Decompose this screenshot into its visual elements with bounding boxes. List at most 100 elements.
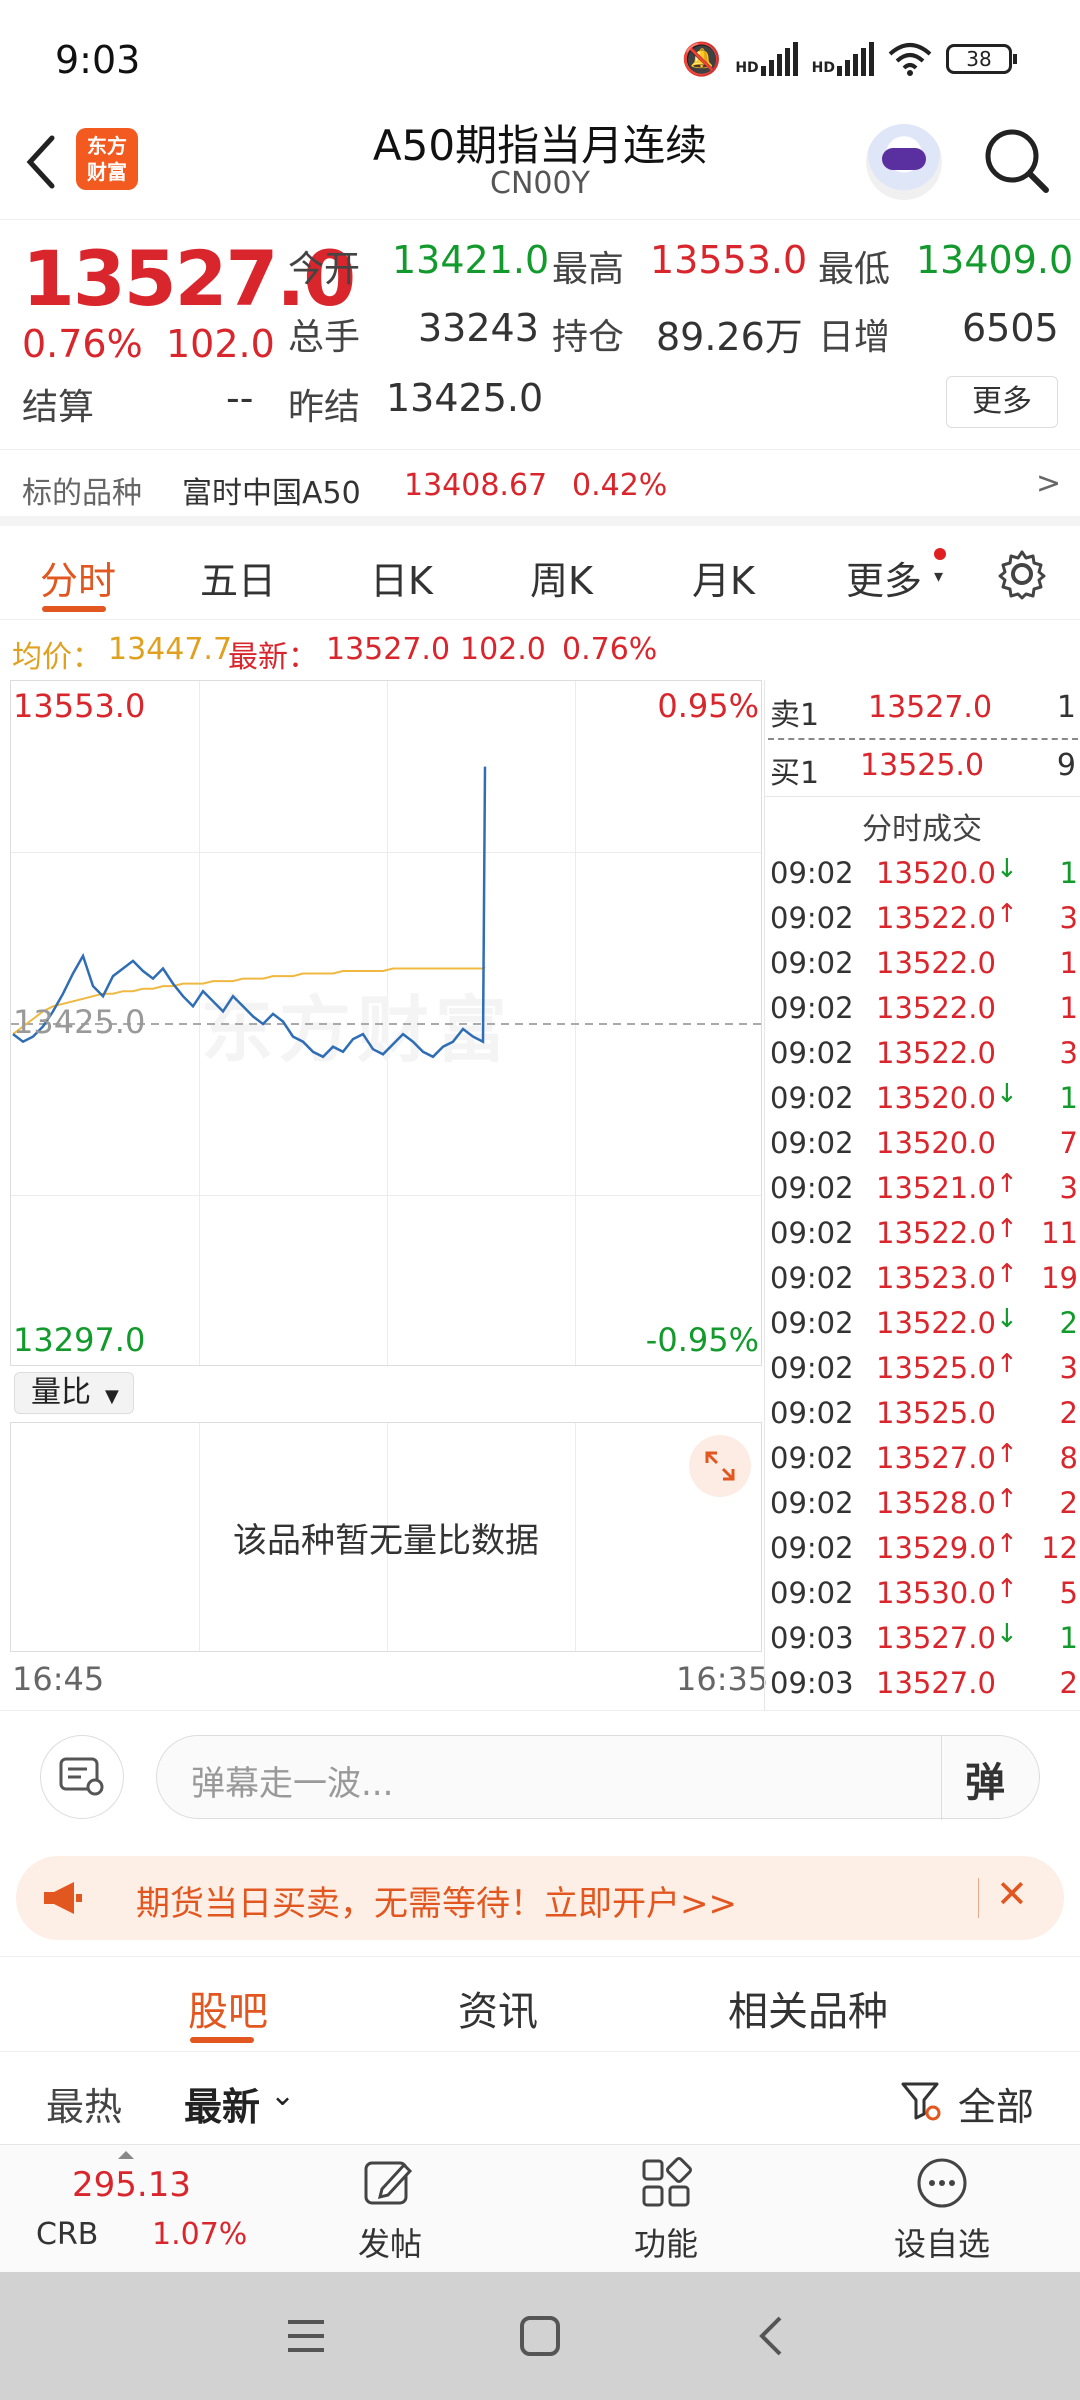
trade-quantity: 12	[1041, 1531, 1078, 1565]
trade-quantity: 3	[1059, 1171, 1078, 1205]
trade-direction-icon: ↑	[996, 1349, 1018, 1379]
open-interest-value: 89.26万	[656, 315, 803, 359]
tab-weekly-k[interactable]: 周K	[530, 550, 593, 605]
trade-price: 13527.0	[876, 1666, 996, 1700]
active-subtab-indicator	[190, 2037, 254, 2043]
tab-news[interactable]: 资讯	[458, 1979, 538, 2037]
no-data-message: 该品种暂无量比数据	[233, 1521, 539, 1561]
trade-time: 09:02	[770, 1441, 854, 1475]
trade-row: 09:02 13522.0 1	[770, 987, 1080, 1032]
trade-price: 13522.0	[876, 946, 996, 980]
danmu-settings-icon[interactable]	[40, 1735, 124, 1819]
trade-row: 09:02 13520.0 ↓ 1	[770, 1077, 1080, 1122]
trade-time: 09:02	[770, 901, 854, 935]
function-label[interactable]: 功能	[586, 2219, 746, 2265]
bottom-toolbar: 295.13 CRB 1.07% 发帖 功能 设自选	[0, 2144, 1080, 2272]
trade-price: 13527.0	[876, 1441, 996, 1475]
underlying-row[interactable]: 标的品种 富时中国A50 13408.67 0.42% >	[0, 450, 1080, 526]
trade-direction-icon: ↑	[996, 1439, 1018, 1469]
home-icon[interactable]	[518, 2316, 562, 2356]
high-label: 最高	[552, 249, 625, 290]
filter-hot[interactable]: 最热	[46, 2076, 122, 2131]
last-label: 最新：	[228, 640, 318, 675]
tab-daily-k[interactable]: 日K	[370, 550, 433, 605]
gear-icon[interactable]	[996, 548, 1048, 600]
open-interest-label: 持仓	[552, 317, 625, 358]
daily-increase-value: 6505	[962, 306, 1059, 350]
bid-label: 买1	[770, 756, 820, 791]
change-amount: 102.0	[166, 322, 275, 366]
tab-intraday[interactable]: 分时	[40, 550, 116, 605]
back-nav-icon[interactable]	[756, 2314, 786, 2358]
wifi-icon	[888, 43, 932, 76]
trade-price: 13529.0	[876, 1531, 996, 1565]
trade-row: 09:03 13527.0 2	[770, 1662, 1080, 1707]
trade-row: 09:02 13525.0 2	[770, 1392, 1080, 1437]
change-percent: 0.76%	[22, 322, 143, 366]
trade-row: 09:02 13520.0 ↓ 1	[770, 852, 1080, 897]
trade-direction-icon: ↓	[996, 1619, 1018, 1649]
app-header: 东方 财富 A50期指当月连续 CN00Y	[0, 110, 1080, 220]
tab-guba[interactable]: 股吧	[188, 1979, 268, 2037]
tab-related[interactable]: 相关品种	[728, 1979, 888, 2037]
trade-quantity: 19	[1041, 1261, 1078, 1295]
trade-row: 09:02 13527.0 ↑ 8	[770, 1437, 1080, 1482]
chevron-down-icon: ⌄	[270, 2078, 296, 2113]
trade-price: 13522.0	[876, 1036, 996, 1070]
tab-more[interactable]: 更多	[846, 550, 922, 605]
filter-icon[interactable]	[900, 2080, 942, 2122]
filter-all[interactable]: 全部	[958, 2076, 1034, 2131]
add-watchlist-label[interactable]: 设自选	[862, 2219, 1022, 2265]
trade-list[interactable]: 09:02 13520.0 ↓ 1 09:02 13522.0 ↑ 3 09:02 13522.0…	[764, 852, 1080, 1710]
grid-apps-icon[interactable]	[638, 2155, 694, 2211]
trade-time: 09:02	[770, 1171, 854, 1205]
trade-quantity: 1	[1059, 1621, 1078, 1655]
megaphone-icon	[44, 1882, 82, 1914]
trade-quantity: 3	[1059, 1351, 1078, 1385]
underlying-label: 标的品种	[22, 476, 142, 511]
trade-quantity: 1	[1059, 991, 1078, 1025]
crb-price[interactable]: 295.13	[72, 2165, 191, 2205]
trade-price: 13520.0	[876, 856, 996, 890]
trade-time: 09:02	[770, 1531, 854, 1565]
caret-down-icon: ▾	[934, 566, 944, 587]
volume-label: 总手	[288, 317, 361, 358]
more-circle-icon[interactable]	[914, 2155, 970, 2211]
mute-icon: 🔕	[681, 40, 722, 78]
intraday-chart[interactable]: 东方财富 13553.0 0.95% 13425.0 13297.0 -0.95…	[10, 680, 763, 1366]
trade-quantity: 2	[1059, 1666, 1078, 1700]
danmu-toggle-button[interactable]: 弹	[965, 1750, 1005, 1808]
chart-ref-price: 13425.0	[13, 1003, 146, 1041]
tab-five-day[interactable]: 五日	[200, 550, 276, 605]
open-label: 今开	[288, 249, 361, 290]
danmu-bar: 弹幕走一波... 弹	[0, 1710, 1080, 1830]
search-icon[interactable]	[982, 126, 1052, 196]
x-axis-start: 16:45	[12, 1660, 105, 1698]
trade-row: 09:02 13528.0 ↑ 2	[770, 1482, 1080, 1527]
chart-bottom-percent: -0.95%	[645, 1321, 759, 1359]
compose-icon[interactable]	[360, 2155, 416, 2211]
book-divider	[768, 738, 1078, 740]
volume-value: 33243	[418, 306, 539, 350]
tab-monthly-k[interactable]: 月K	[692, 550, 755, 605]
trade-direction-icon: ↓	[996, 1079, 1018, 1109]
ask-price: 13527.0	[868, 690, 993, 725]
trade-quantity: 2	[1059, 1396, 1078, 1430]
assistant-robot-icon[interactable]	[866, 124, 942, 200]
post-label[interactable]: 发帖	[310, 2219, 470, 2265]
trade-quantity: 1	[1059, 1081, 1078, 1115]
more-button[interactable]: 更多	[946, 376, 1058, 428]
volume-ratio-selector[interactable]: 量比 ▼	[14, 1372, 134, 1414]
danmu-input[interactable]: 弹幕走一波... 弹	[156, 1735, 1040, 1820]
trade-time: 09:02	[770, 1126, 854, 1160]
trade-direction-icon: ↑	[996, 1169, 1018, 1199]
battery-icon: 38	[946, 44, 1017, 74]
close-icon[interactable]: ✕	[996, 1872, 1028, 1916]
filter-latest[interactable]: 最新	[184, 2076, 260, 2131]
expand-icon[interactable]	[689, 1435, 751, 1497]
menu-icon[interactable]	[284, 2316, 328, 2356]
trade-time: 09:02	[770, 1306, 854, 1340]
underlying-name: 富时中国A50	[182, 476, 361, 511]
trade-quantity: 1	[1059, 856, 1078, 890]
promo-banner[interactable]: 期货当日买卖，无需等待！立即开户>> ✕	[16, 1856, 1064, 1940]
